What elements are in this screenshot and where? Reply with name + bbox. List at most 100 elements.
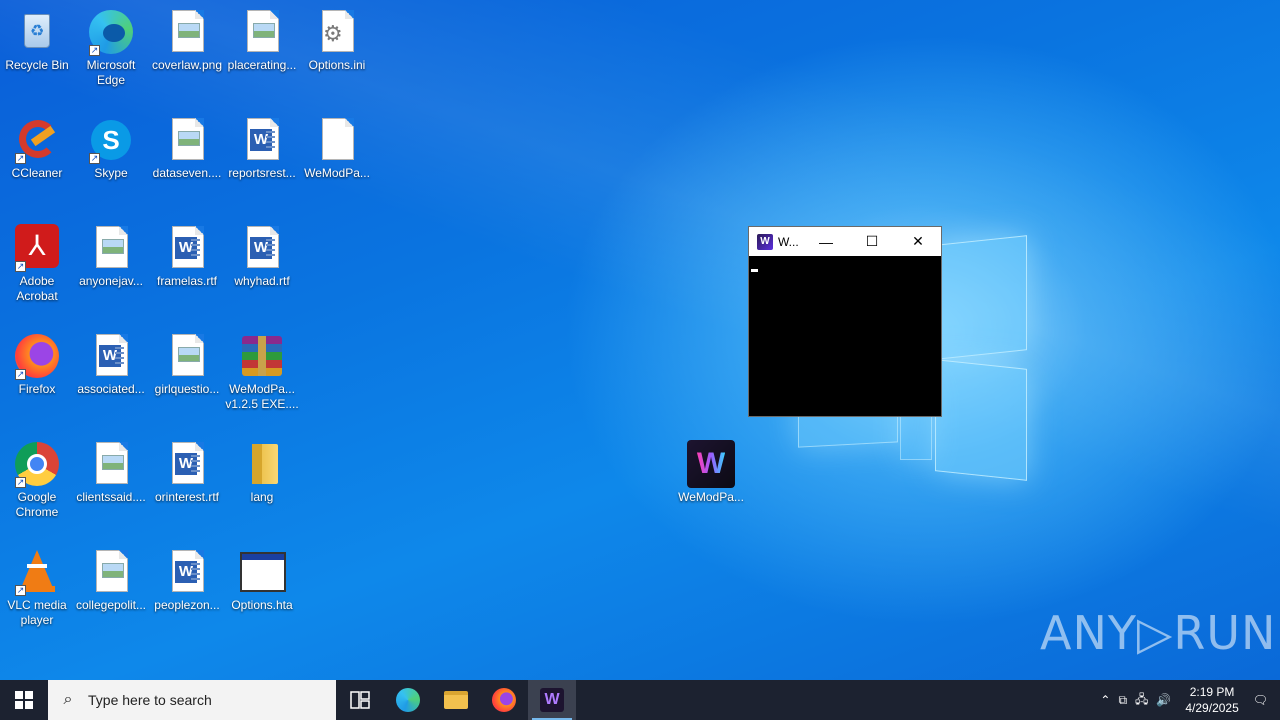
vlc-media-player-icon[interactable]: ↗ VLC media player	[0, 544, 74, 628]
volume-icon[interactable]: 🔊	[1156, 693, 1171, 707]
notifications-icon[interactable]: 🗨	[1253, 693, 1268, 707]
image-file-icon	[87, 548, 135, 596]
word-document-icon[interactable]: W whyhad.rtf	[225, 220, 299, 289]
image-file-icon	[163, 116, 211, 164]
taskbar-file-explorer[interactable]	[432, 680, 480, 720]
firefox-icon: ↗	[13, 332, 61, 380]
icon-label: Options.hta	[231, 598, 293, 612]
icon-label: collegepolit...	[75, 598, 147, 612]
recycle-bin-icon[interactable]: ♻ Recycle Bin	[0, 4, 74, 73]
word-document-icon[interactable]: W framelas.rtf	[150, 220, 224, 289]
image-file-icon	[87, 440, 135, 488]
winrar-archive-icon[interactable]: WeModPa... v1.2.5 EXE....	[225, 328, 299, 412]
word-document-icon: W	[163, 548, 211, 596]
clock-time: 2:19 PM	[1189, 685, 1235, 699]
application-window-icon	[238, 548, 286, 596]
firefox-icon[interactable]: ↗ Firefox	[0, 328, 74, 397]
clock[interactable]: 2:19 PM 4/29/2025	[1185, 684, 1238, 716]
firefox-icon	[492, 688, 516, 712]
icon-label: coverlaw.png	[151, 58, 223, 72]
image-file-icon[interactable]: collegepolit...	[74, 544, 148, 613]
taskbar-firefox[interactable]	[480, 680, 528, 720]
minimize-button[interactable]: —	[803, 227, 849, 256]
folder-icon	[444, 691, 468, 709]
word-document-icon[interactable]: W reportsrest...	[225, 112, 299, 181]
word-document-icon: W	[238, 116, 286, 164]
icon-label: framelas.rtf	[156, 274, 217, 288]
image-file-icon[interactable]: girlquestio...	[150, 328, 224, 397]
icon-label: Microsoft Edge	[86, 58, 136, 87]
image-file-icon[interactable]: dataseven....	[150, 112, 224, 181]
ccleaner-icon[interactable]: ↗ CCleaner	[0, 112, 74, 181]
close-button[interactable]: ✕	[895, 227, 941, 256]
icon-label: Skype	[94, 166, 128, 180]
task-view-icon	[350, 691, 370, 709]
icon-label: VLC media player	[7, 598, 67, 627]
search-placeholder: Type here to search	[88, 692, 212, 708]
wemod-app-icon: W	[757, 233, 773, 250]
taskbar-wemod[interactable]: W	[528, 680, 576, 720]
chrome-icon: ↗	[13, 440, 61, 488]
start-button[interactable]	[0, 680, 48, 720]
windows-start-icon	[15, 691, 33, 709]
icon-label: WeModPa... v1.2.5 EXE....	[225, 382, 299, 411]
icon-label: Adobe Acrobat	[16, 274, 58, 303]
icon-label: CCleaner	[11, 166, 63, 180]
word-document-icon[interactable]: W peoplezon...	[150, 544, 224, 613]
word-document-icon[interactable]: W orinterest.rtf	[150, 436, 224, 505]
meet-now-icon[interactable]: ⧉	[1118, 693, 1127, 708]
skype-icon: S ↗	[87, 116, 135, 164]
edge-icon: ↗	[87, 8, 135, 56]
system-tray: ⌃ ⧉ 🖧 🔊 2:19 PM 4/29/2025 🗨	[1096, 680, 1280, 720]
image-file-icon	[87, 224, 135, 272]
word-document-icon: W	[163, 224, 211, 272]
icon-label: reportsrest...	[228, 166, 296, 180]
word-document-icon: W	[238, 224, 286, 272]
folder-icon[interactable]: lang	[225, 436, 299, 505]
image-file-icon[interactable]: coverlaw.png	[150, 4, 224, 73]
hta-application-icon[interactable]: Options.hta	[225, 544, 299, 613]
settings-file-icon: ⚙	[313, 8, 361, 56]
image-file-icon	[238, 8, 286, 56]
taskbar-edge[interactable]	[384, 680, 432, 720]
google-chrome-icon[interactable]: ↗ Google Chrome	[0, 436, 74, 520]
word-document-icon: W	[163, 440, 211, 488]
window-titlebar[interactable]: W W... — ☐ ✕	[749, 227, 941, 256]
folder-icon	[238, 440, 286, 488]
taskbar-search-box[interactable]: ⌕ Type here to search	[48, 680, 336, 720]
winrar-archive-icon	[238, 332, 286, 380]
icon-label: WeModPa...	[678, 490, 744, 504]
taskbar: ⌕ Type here to search W ⌃ ⧉ 🖧 🔊 2:19 PM …	[0, 680, 1280, 720]
task-view-button[interactable]	[336, 680, 384, 720]
image-file-icon[interactable]: anyonejav...	[74, 220, 148, 289]
window-title: W...	[778, 234, 799, 249]
icon-label: Google Chrome	[15, 490, 59, 519]
word-document-icon[interactable]: W associated...	[74, 328, 148, 397]
ccleaner-icon: ↗	[13, 116, 61, 164]
icon-label: peoplezon...	[154, 598, 220, 612]
maximize-button[interactable]: ☐	[849, 227, 895, 256]
console-window[interactable]: W W... — ☐ ✕	[748, 226, 942, 417]
network-icon[interactable]: 🖧	[1135, 690, 1148, 711]
word-document-icon: W	[87, 332, 135, 380]
icon-label: orinterest.rtf	[154, 490, 220, 504]
adobe-acrobat-icon[interactable]: ⅄ ↗ Adobe Acrobat	[0, 220, 74, 304]
search-icon: ⌕	[63, 691, 73, 708]
anyrun-watermark: ANY▷RUN	[1040, 606, 1277, 660]
image-file-icon[interactable]: placerating...	[225, 4, 299, 73]
wemod-logo-icon: W	[687, 440, 735, 488]
icon-label: Firefox	[18, 382, 56, 396]
close-icon: ✕	[912, 233, 924, 249]
settings-file-icon[interactable]: ⚙ Options.ini	[300, 4, 374, 73]
skype-icon[interactable]: S ↗ Skype	[74, 112, 148, 181]
wemod-app-icon[interactable]: W WeModPa...	[674, 436, 748, 505]
icon-label: WeModPa...	[304, 166, 370, 180]
icon-label: Recycle Bin	[5, 58, 69, 72]
blank-file-icon[interactable]: WeModPa...	[300, 112, 374, 181]
microsoft-edge-icon[interactable]: ↗ Microsoft Edge	[74, 4, 148, 88]
chevron-up-icon[interactable]: ⌃	[1100, 693, 1110, 707]
edge-icon	[396, 688, 420, 712]
clock-date: 4/29/2025	[1185, 701, 1239, 715]
console-cursor	[751, 269, 758, 272]
image-file-icon[interactable]: clientssaid....	[74, 436, 148, 505]
